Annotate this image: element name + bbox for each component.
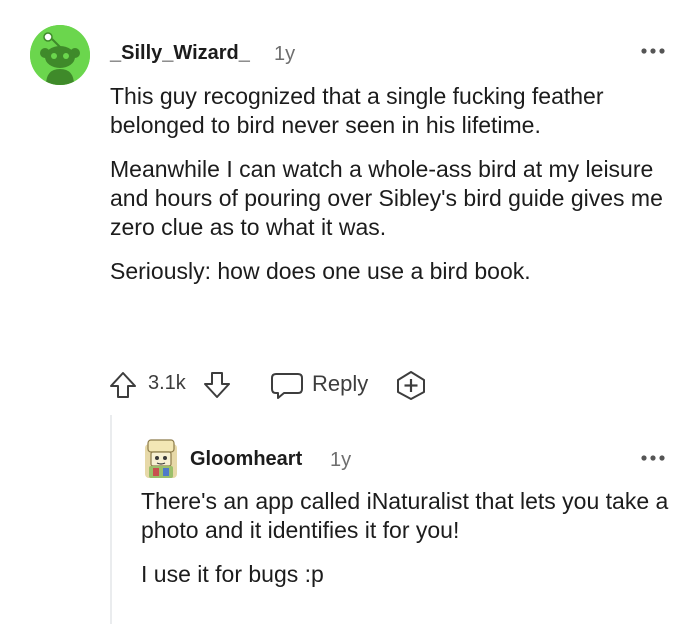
character-avatar-icon: [145, 439, 177, 478]
more-options-button[interactable]: [640, 451, 666, 463]
comment-paragraph: Meanwhile I can watch a whole-ass bird a…: [110, 156, 663, 240]
comment-age: 1y: [274, 43, 296, 65]
comment-paragraph: This guy recognized that a single fuckin…: [110, 83, 604, 138]
downvote-button[interactable]: [202, 370, 234, 400]
comment-thread: _Silly_Wizard_ 1y This guy recognized th…: [0, 0, 700, 624]
comment-author[interactable]: _Silly_Wizard_: [110, 42, 250, 65]
comment-paragraph: Seriously: how does one use a bird book.: [110, 258, 531, 284]
vote-score: 3.1k: [148, 372, 186, 394]
comment-body: There's an app called iNaturalist that l…: [141, 487, 681, 604]
avatar[interactable]: [30, 25, 90, 85]
thread-line[interactable]: [110, 415, 112, 624]
more-options-button[interactable]: [640, 44, 666, 56]
upvote-icon: [110, 372, 136, 398]
comment-paragraph: There's an app called iNaturalist that l…: [141, 488, 669, 543]
award-button[interactable]: [396, 370, 428, 400]
more-icon: [641, 455, 665, 461]
comment-author[interactable]: Gloomheart: [190, 448, 302, 471]
comment-paragraph: I use it for bugs :p: [141, 561, 324, 587]
downvote-icon: [204, 372, 230, 398]
snoo-avatar-icon: [30, 25, 90, 85]
avatar[interactable]: [143, 438, 179, 480]
upvote-button[interactable]: [108, 370, 140, 400]
comment-age: 1y: [330, 449, 352, 471]
more-icon: [641, 48, 665, 54]
reply-label[interactable]: Reply: [312, 371, 368, 397]
comment-body: This guy recognized that a single fuckin…: [110, 82, 685, 301]
award-icon: [397, 371, 425, 400]
comment-icon: [271, 373, 303, 399]
